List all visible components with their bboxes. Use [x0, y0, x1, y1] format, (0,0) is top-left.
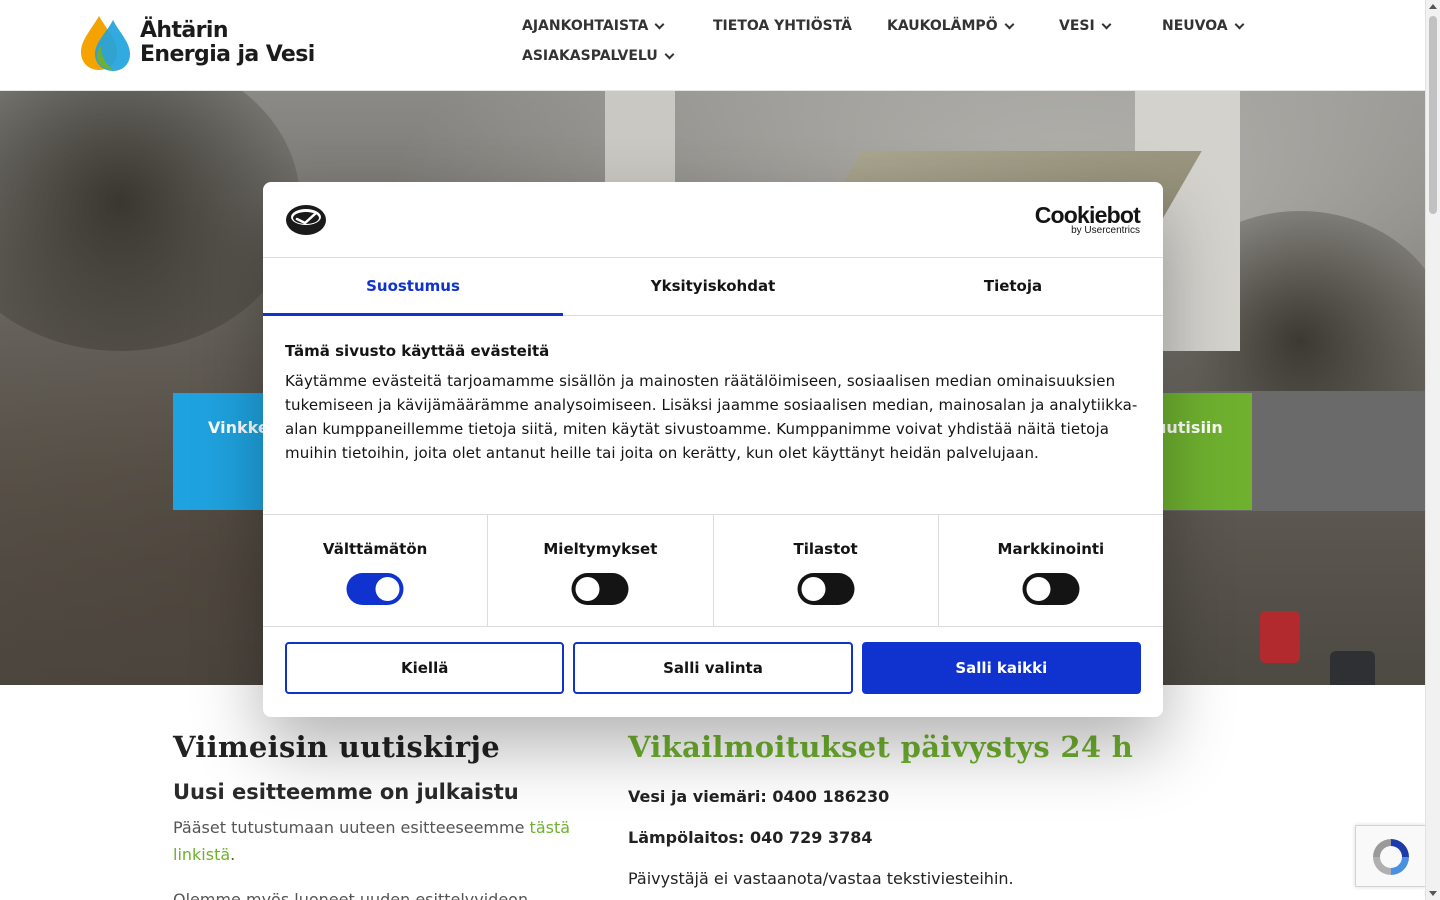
hero-red-car [1260, 611, 1300, 663]
newsletter-text: Pääset tutustumaan uuteen esitteeseemme … [173, 814, 573, 868]
category-label: Tilastot [793, 540, 858, 558]
cookie-category-necessary: Välttämätön [263, 515, 489, 626]
newsletter-text-after: . [230, 845, 236, 864]
preferences-toggle[interactable] [571, 573, 629, 605]
nav-item-neuvoa[interactable]: NEUVOA [1162, 18, 1245, 34]
cookie-dialog-description: Käytämme evästeitä tarjoamamme sisällön … [285, 372, 1138, 462]
nav-item-vesi[interactable]: VESI [1059, 18, 1112, 34]
water-drop-logo-icon [81, 16, 130, 71]
cookie-dialog-tabs: Suostumus Yksityiskohdat Tietoja [263, 258, 1163, 316]
toggle-knob [575, 577, 600, 601]
marketing-toggle[interactable] [1022, 573, 1080, 605]
chevron-down-icon [654, 19, 665, 29]
logo-wordmark: Ähtärin Energia ja Vesi [140, 19, 315, 67]
nav-label: TIETOA YHTIÖSTÄ [713, 18, 853, 34]
nav-item-kaukolampo[interactable]: KAUKOLÄMPÖ [887, 18, 1015, 34]
toggle-knob [375, 577, 400, 601]
hero-trees-left [0, 91, 300, 351]
recaptcha-icon [1373, 839, 1409, 875]
newsletter-subheading: Uusi esitteemme on julkaistu [173, 780, 519, 804]
cookie-category-statistics: Tilastot [714, 515, 939, 626]
cookie-shield-icon [286, 205, 326, 235]
cookie-dialog-header: Cookiebot by Usercentrics [263, 182, 1163, 258]
chevron-down-icon [1004, 19, 1015, 29]
site-header: Ähtärin Energia ja Vesi AJANKOHTAISTA TI… [0, 0, 1425, 91]
newsletter-video-text: Olemme myös luoneet uuden esittelyvideon [173, 890, 529, 900]
category-label: Välttämätön [322, 540, 428, 558]
necessary-toggle[interactable] [346, 573, 404, 605]
chevron-down-icon [1101, 19, 1112, 29]
scroll-down-arrow-icon[interactable] [1429, 891, 1437, 896]
scrollbar-thumb[interactable] [1429, 16, 1437, 214]
cookie-category-preferences: Mieltymykset [488, 515, 714, 626]
toggle-knob [801, 577, 826, 601]
hero-tile-label: Vinkke [208, 418, 269, 437]
hero-tile-vinkit[interactable]: Vinkke [173, 393, 273, 510]
nav-label: ASIAKASPALVELU [522, 48, 658, 64]
scroll-up-arrow-icon[interactable] [1429, 4, 1437, 9]
nav-item-tietoa-yhtiosta[interactable]: TIETOA YHTIÖSTÄ [713, 18, 852, 34]
category-label: Markkinointi [997, 540, 1105, 558]
category-label: Mieltymykset [543, 540, 658, 558]
duty-heading: Vikailmoitukset päivystys 24 h [628, 730, 1134, 764]
duty-water-phone: Vesi ja viemäri: 0400 186230 [628, 787, 890, 806]
toggle-knob [1026, 577, 1051, 601]
nav-label: VESI [1059, 18, 1095, 34]
cookie-category-marketing: Markkinointi [939, 515, 1163, 626]
tab-tietoja[interactable]: Tietoja [863, 258, 1163, 315]
hero-dark-car [1330, 651, 1375, 685]
recaptcha-badge[interactable] [1355, 825, 1425, 887]
duty-note: Päivystäjä ei vastaanota/vastaa tekstivi… [628, 869, 1014, 888]
duty-section: Vikailmoitukset päivystys 24 h Vesi ja v… [628, 730, 1228, 888]
allow-selection-button[interactable]: Salli valinta [573, 642, 853, 694]
nav-item-ajankohtaista[interactable]: AJANKOHTAISTA [522, 18, 665, 34]
hero-tile-uutisiin[interactable]: uutisiin [1150, 393, 1252, 510]
cookie-dialog-body: Tämä sivusto käyttää evästeitä Käytämme … [285, 342, 1145, 465]
cookie-categories: Välttämätön Mieltymykset Tilastot Markki… [263, 514, 1163, 627]
cookie-dialog-title: Tämä sivusto käyttää evästeitä [285, 342, 550, 360]
tab-suostumus[interactable]: Suostumus [263, 258, 563, 316]
nav-item-asiakaspalvelu[interactable]: ASIAKASPALVELU [522, 48, 675, 64]
duty-heat-phone: Lämpölaitos: 040 729 3784 [628, 828, 873, 847]
hero-tile-label: uutisiin [1155, 418, 1223, 437]
statistics-toggle[interactable] [797, 573, 855, 605]
allow-all-button[interactable]: Salli kaikki [861, 642, 1141, 694]
logo-line-1: Ähtärin [140, 18, 229, 43]
chevron-down-icon [664, 49, 675, 59]
newsletter-text-before: Pääset tutustumaan uuteen esitteeseemme [173, 818, 525, 837]
newsletter-section: Viimeisin uutiskirje Uusi esitteemme on … [173, 730, 573, 900]
nav-label: AJANKOHTAISTA [522, 18, 649, 34]
nav-label: KAUKOLÄMPÖ [887, 18, 998, 34]
cookiebot-logo[interactable]: Cookiebot by Usercentrics [1035, 202, 1141, 236]
tab-yksityiskohdat[interactable]: Yksityiskohdat [563, 258, 863, 315]
cookie-consent-dialog: Cookiebot by Usercentrics Suostumus Yksi… [263, 182, 1163, 717]
page-scrollbar[interactable] [1425, 0, 1440, 900]
chevron-down-icon [1234, 19, 1245, 29]
nav-label: NEUVOA [1162, 18, 1228, 34]
newsletter-heading: Viimeisin uutiskirje [173, 730, 500, 764]
deny-button[interactable]: Kiellä [285, 642, 565, 694]
site-logo[interactable]: Ähtärin Energia ja Vesi [79, 14, 319, 74]
logo-line-2: Energia ja Vesi [140, 42, 315, 67]
cookie-dialog-actions: Kiellä Salli valinta Salli kaikki [285, 642, 1141, 694]
